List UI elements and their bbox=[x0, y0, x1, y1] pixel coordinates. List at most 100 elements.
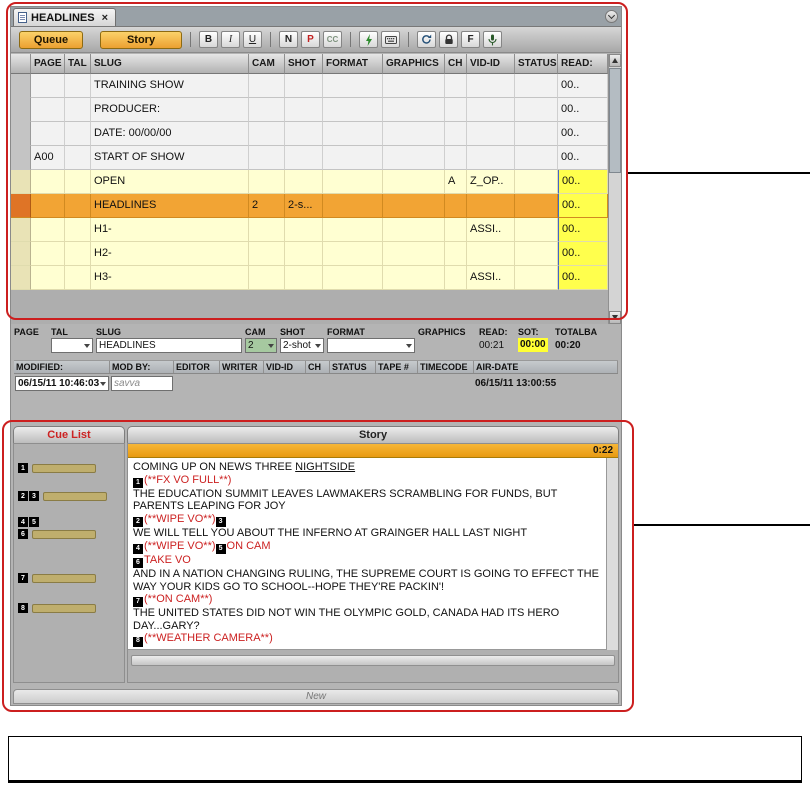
queue-cell bbox=[65, 146, 91, 170]
row-selector[interactable] bbox=[11, 122, 31, 146]
story-line: 2 (**WIPE VO**) 3 bbox=[133, 513, 602, 527]
queue-column-header[interactable]: VID-ID bbox=[467, 54, 515, 74]
queue-row[interactable]: H2- 00.. bbox=[11, 242, 608, 266]
cue-bar[interactable] bbox=[43, 491, 107, 501]
field-input[interactable]: 2-shot bbox=[280, 338, 324, 353]
queue-cell bbox=[285, 98, 323, 122]
queue-row[interactable]: A00 START OF SHOW 00.. bbox=[11, 146, 608, 170]
tab-cue-list[interactable]: Cue List bbox=[13, 426, 125, 443]
form-column-label: STATUS bbox=[330, 361, 376, 373]
row-selector[interactable] bbox=[11, 194, 31, 218]
tab-headlines[interactable]: HEADLINES × bbox=[13, 8, 116, 26]
queue-column-header[interactable]: READ: bbox=[558, 54, 608, 74]
queue-cell: A bbox=[445, 170, 467, 194]
queue-cell bbox=[31, 242, 65, 266]
lock-icon bbox=[444, 34, 453, 44]
dropdown-arrow-icon[interactable] bbox=[268, 343, 274, 348]
story-button[interactable]: Story bbox=[100, 30, 182, 49]
cue-marker: 6 bbox=[133, 558, 143, 568]
field-input[interactable]: HEADLINES bbox=[96, 338, 242, 353]
machine-control-button[interactable] bbox=[359, 31, 378, 48]
italic-button[interactable]: I bbox=[221, 31, 240, 48]
queue-column-header[interactable]: SHOT bbox=[285, 54, 323, 74]
queue-column-header[interactable]: STATUS bbox=[515, 54, 558, 74]
refresh-button[interactable] bbox=[417, 31, 436, 48]
cue-bar[interactable] bbox=[32, 529, 96, 539]
cue-bar[interactable] bbox=[32, 573, 96, 583]
closed-caption-button[interactable]: CC bbox=[323, 31, 342, 48]
queue-row[interactable]: PRODUCER: 00.. bbox=[11, 98, 608, 122]
row-selector[interactable] bbox=[11, 242, 31, 266]
cue-list-item[interactable]: 8 bbox=[18, 603, 96, 613]
queue-row[interactable]: HEADLINES 2 2-s... 00.. bbox=[11, 194, 608, 218]
queue-column-header[interactable]: PAGE bbox=[31, 54, 65, 74]
cue-list-item[interactable]: 6 bbox=[18, 529, 96, 539]
field-input[interactable]: 2 bbox=[245, 338, 277, 353]
queue-cell: 00.. bbox=[558, 74, 608, 98]
presenter-instruction-button[interactable]: P bbox=[301, 31, 320, 48]
queue-cell bbox=[445, 194, 467, 218]
story-scrollbar[interactable] bbox=[606, 458, 618, 650]
field-input[interactable] bbox=[327, 338, 415, 353]
queue-cell bbox=[515, 266, 558, 290]
scroll-up-icon[interactable] bbox=[609, 54, 621, 67]
tab-title: HEADLINES bbox=[31, 11, 95, 24]
cue-bar[interactable] bbox=[32, 463, 96, 473]
story-text-area[interactable]: COMING UP ON NEWS THREE NIGHTSIDE 1 (**FX … bbox=[128, 458, 618, 650]
dropdown-arrow-icon[interactable] bbox=[315, 343, 321, 348]
queue-row[interactable]: OPEN A Z_OP.. 00.. bbox=[11, 170, 608, 194]
field-input[interactable]: savva bbox=[111, 376, 173, 391]
form-column-value: 06/15/11 10:46:03 bbox=[14, 376, 110, 391]
queue-row[interactable]: DATE: 00/00/00 00.. bbox=[11, 122, 608, 146]
queue-cell bbox=[445, 74, 467, 98]
story-section: 12345678 0:22 COMING UP ON NEWS THREE NI… bbox=[11, 443, 621, 683]
form-row-1: PAGE TAL SLUG HEADLINES CAM 2 SHOT 2-shot FORMAT… bbox=[14, 327, 618, 353]
row-selector[interactable] bbox=[11, 146, 31, 170]
queue-column-header[interactable]: CH bbox=[445, 54, 467, 74]
bold-button[interactable]: B bbox=[199, 31, 218, 48]
queue-column-header[interactable]: FORMAT bbox=[323, 54, 383, 74]
scrollbar-thumb[interactable] bbox=[609, 68, 621, 173]
cue-list-item[interactable]: 45 bbox=[18, 517, 40, 527]
cue-bar[interactable] bbox=[32, 603, 96, 613]
row-selector[interactable] bbox=[11, 98, 31, 122]
row-selector[interactable] bbox=[11, 218, 31, 242]
queue-cell bbox=[65, 74, 91, 98]
cue-list-item[interactable]: 1 bbox=[18, 463, 96, 473]
queue-column-header[interactable]: SLUG bbox=[91, 54, 249, 74]
tab-story[interactable]: Story bbox=[127, 426, 619, 443]
mic-button[interactable] bbox=[483, 31, 502, 48]
dropdown-arrow-icon[interactable] bbox=[406, 343, 412, 348]
row-selector[interactable] bbox=[11, 266, 31, 290]
keyboard-icon bbox=[384, 35, 397, 44]
field-label: READ: bbox=[479, 327, 508, 337]
normal-text-button[interactable]: N bbox=[279, 31, 298, 48]
field-input[interactable] bbox=[51, 338, 93, 353]
queue-row[interactable]: H1- ASSI.. 00.. bbox=[11, 218, 608, 242]
row-selector[interactable] bbox=[11, 74, 31, 98]
queue-column-header[interactable]: GRAPHICS bbox=[383, 54, 445, 74]
cue-list-item[interactable]: 23 bbox=[18, 491, 107, 501]
lock-button[interactable] bbox=[439, 31, 458, 48]
queue-row[interactable]: H3- ASSI.. 00.. bbox=[11, 266, 608, 290]
tab-close-icon[interactable]: × bbox=[102, 12, 108, 24]
queue-scrollbar[interactable] bbox=[608, 54, 621, 324]
keyboard-button[interactable] bbox=[381, 31, 400, 48]
queue-column-header[interactable]: CAM bbox=[249, 54, 285, 74]
chevron-down-icon[interactable] bbox=[605, 10, 618, 23]
cue-list-item[interactable]: 7 bbox=[18, 573, 96, 583]
queue-row[interactable]: TRAINING SHOW 00.. bbox=[11, 74, 608, 98]
underline-button[interactable]: U bbox=[243, 31, 262, 48]
dropdown-arrow-icon[interactable] bbox=[100, 381, 106, 386]
dropdown-arrow-icon[interactable] bbox=[84, 343, 90, 348]
queue-column-header[interactable]: TAL bbox=[65, 54, 91, 74]
row-selector[interactable] bbox=[11, 170, 31, 194]
scroll-down-icon[interactable] bbox=[609, 311, 621, 324]
float-button[interactable]: F bbox=[461, 31, 480, 48]
queue-button[interactable]: Queue bbox=[19, 30, 83, 49]
new-story-bar[interactable]: New bbox=[13, 689, 619, 704]
story-horizontal-scrollbar[interactable] bbox=[131, 655, 615, 666]
queue-cell bbox=[323, 74, 383, 98]
field-label: FORMAT bbox=[327, 327, 365, 337]
field-input[interactable]: 06/15/11 10:46:03 bbox=[15, 376, 109, 391]
